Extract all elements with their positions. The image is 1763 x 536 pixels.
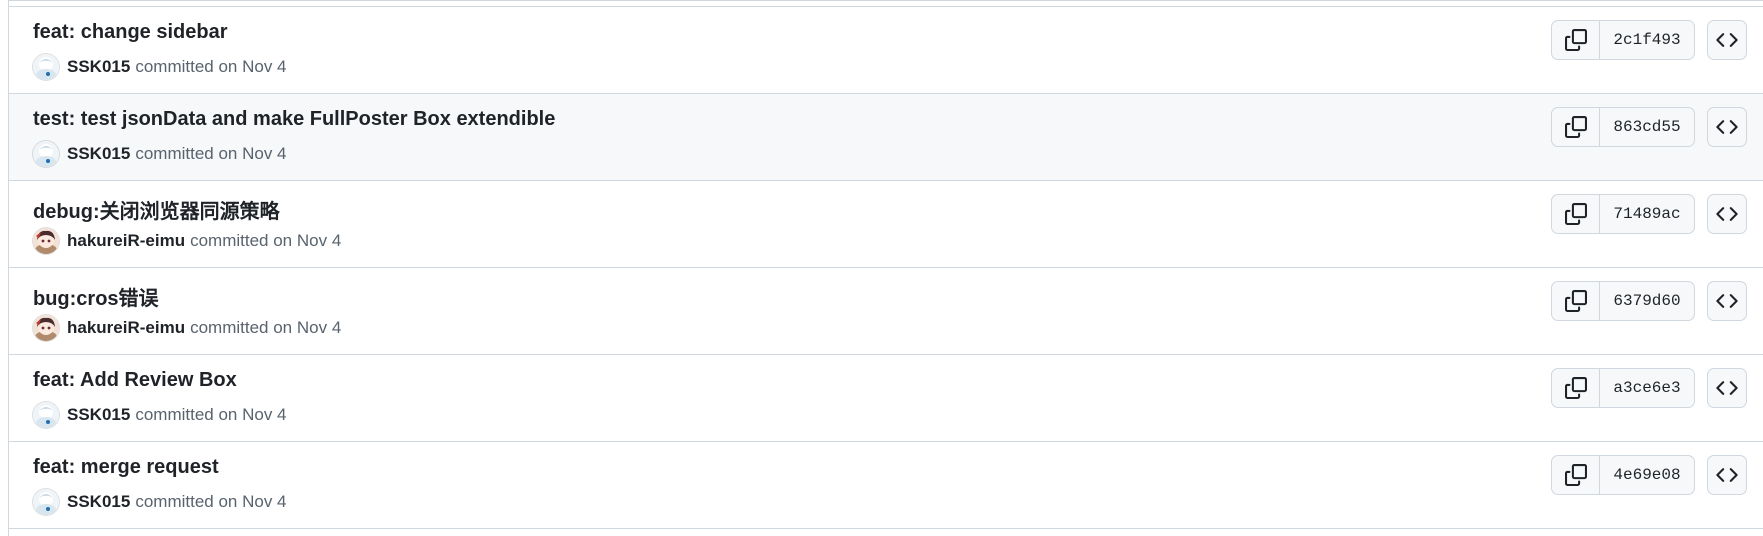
- browse-repo-button[interactable]: [1707, 20, 1747, 60]
- code-icon: [1716, 290, 1738, 312]
- commit-author-link[interactable]: SSK015: [67, 492, 130, 512]
- copy-sha-button[interactable]: [1552, 282, 1600, 320]
- code-icon: [1716, 29, 1738, 51]
- sha-button-group: 6379d60: [1551, 281, 1695, 321]
- commit-author-link[interactable]: SSK015: [67, 144, 130, 164]
- copy-icon: [1564, 203, 1587, 225]
- sha-button-group: 4e69e08: [1551, 455, 1695, 495]
- commit-row[interactable]: feat: Add Review Box SSK015 committed on…: [9, 355, 1763, 442]
- commit-author-link[interactable]: hakureiR-eimu: [67, 231, 185, 251]
- code-icon: [1716, 377, 1738, 399]
- commit-date: committed on Nov 4: [135, 57, 287, 76]
- copy-icon: [1564, 29, 1587, 51]
- sha-button-group: 71489ac: [1551, 194, 1695, 234]
- commit-date: committed on Nov 4: [135, 405, 287, 424]
- commit-title-link[interactable]: bug:cros错误: [33, 282, 159, 311]
- browse-repo-button[interactable]: [1707, 455, 1747, 495]
- commit-sha-button[interactable]: 863cd55: [1600, 108, 1694, 146]
- commit-actions: 71489ac: [1551, 193, 1747, 235]
- commit-row[interactable]: test: test jsonData and make FullPoster …: [9, 94, 1763, 181]
- commit-date: committed on Nov 4: [190, 231, 342, 250]
- commit-sha-button[interactable]: a3ce6e3: [1600, 369, 1694, 407]
- commit-actions: a3ce6e3: [1551, 367, 1747, 409]
- hakureir-eimu-avatar-icon[interactable]: [33, 228, 59, 254]
- commit-title-link[interactable]: feat: merge request: [33, 456, 219, 479]
- commit-title-link[interactable]: feat: Add Review Box: [33, 369, 237, 392]
- copy-icon: [1564, 377, 1587, 399]
- sha-button-group: 863cd55: [1551, 107, 1695, 147]
- browse-repo-button[interactable]: [1707, 368, 1747, 408]
- ssk015-avatar-icon[interactable]: [33, 141, 59, 167]
- commit-row[interactable]: bug:cros错误 hakureiR-eimu committed on No…: [9, 268, 1763, 355]
- commit-author-link[interactable]: SSK015: [67, 405, 130, 425]
- sha-button-group: 2c1f493: [1551, 20, 1695, 60]
- ssk015-avatar-icon[interactable]: [33, 54, 59, 80]
- copy-sha-button[interactable]: [1552, 456, 1600, 494]
- commit-actions: 863cd55: [1551, 106, 1747, 148]
- commit-row[interactable]: debug:关闭浏览器同源策略 hakureiR-eimu committed …: [9, 181, 1763, 268]
- browse-repo-button[interactable]: [1707, 107, 1747, 147]
- ssk015-avatar-icon[interactable]: [33, 402, 59, 428]
- commit-actions: 6379d60: [1551, 280, 1747, 322]
- code-icon: [1716, 203, 1738, 225]
- hakureir-eimu-avatar-icon[interactable]: [33, 315, 59, 341]
- commit-meta: SSK015 committed on Nov 4: [33, 53, 287, 81]
- commit-row[interactable]: feat: change sidebar SSK015 committed on…: [9, 7, 1763, 94]
- commit-meta: hakureiR-eimu committed on Nov 4: [33, 227, 341, 255]
- commit-title-link[interactable]: debug:关闭浏览器同源策略: [33, 195, 280, 224]
- commit-title-link[interactable]: feat: change sidebar: [33, 21, 228, 44]
- commit-author-link[interactable]: SSK015: [67, 57, 130, 77]
- commit-sha-button[interactable]: 71489ac: [1600, 195, 1694, 233]
- commit-list: feat: change sidebar SSK015 committed on…: [8, 0, 1763, 536]
- copy-icon: [1564, 116, 1587, 138]
- commit-sha-button[interactable]: 6379d60: [1600, 282, 1694, 320]
- commit-sha-button[interactable]: 2c1f493: [1600, 21, 1694, 59]
- commit-row[interactable]: feat: merge request SSK015 committed on …: [9, 442, 1763, 529]
- commit-meta: SSK015 committed on Nov 4: [33, 488, 287, 516]
- copy-sha-button[interactable]: [1552, 21, 1600, 59]
- commit-date: committed on Nov 4: [135, 492, 287, 511]
- commit-actions: 4e69e08: [1551, 454, 1747, 496]
- commit-actions: 2c1f493: [1551, 19, 1747, 61]
- commit-date: committed on Nov 4: [190, 318, 342, 337]
- copy-sha-button[interactable]: [1552, 369, 1600, 407]
- commit-meta: hakureiR-eimu committed on Nov 4: [33, 314, 341, 342]
- commit-author-link[interactable]: hakureiR-eimu: [67, 318, 185, 338]
- browse-repo-button[interactable]: [1707, 281, 1747, 321]
- commit-sha-button[interactable]: 4e69e08: [1600, 456, 1694, 494]
- commit-date: committed on Nov 4: [135, 144, 287, 163]
- code-icon: [1716, 464, 1738, 486]
- ssk015-avatar-icon[interactable]: [33, 489, 59, 515]
- commit-meta: SSK015 committed on Nov 4: [33, 140, 287, 168]
- copy-sha-button[interactable]: [1552, 108, 1600, 146]
- sha-button-group: a3ce6e3: [1551, 368, 1695, 408]
- copy-icon: [1564, 464, 1587, 486]
- copy-icon: [1564, 290, 1587, 312]
- commit-meta: SSK015 committed on Nov 4: [33, 401, 287, 429]
- browse-repo-button[interactable]: [1707, 194, 1747, 234]
- code-icon: [1716, 116, 1738, 138]
- copy-sha-button[interactable]: [1552, 195, 1600, 233]
- commit-title-link[interactable]: test: test jsonData and make FullPoster …: [33, 108, 555, 131]
